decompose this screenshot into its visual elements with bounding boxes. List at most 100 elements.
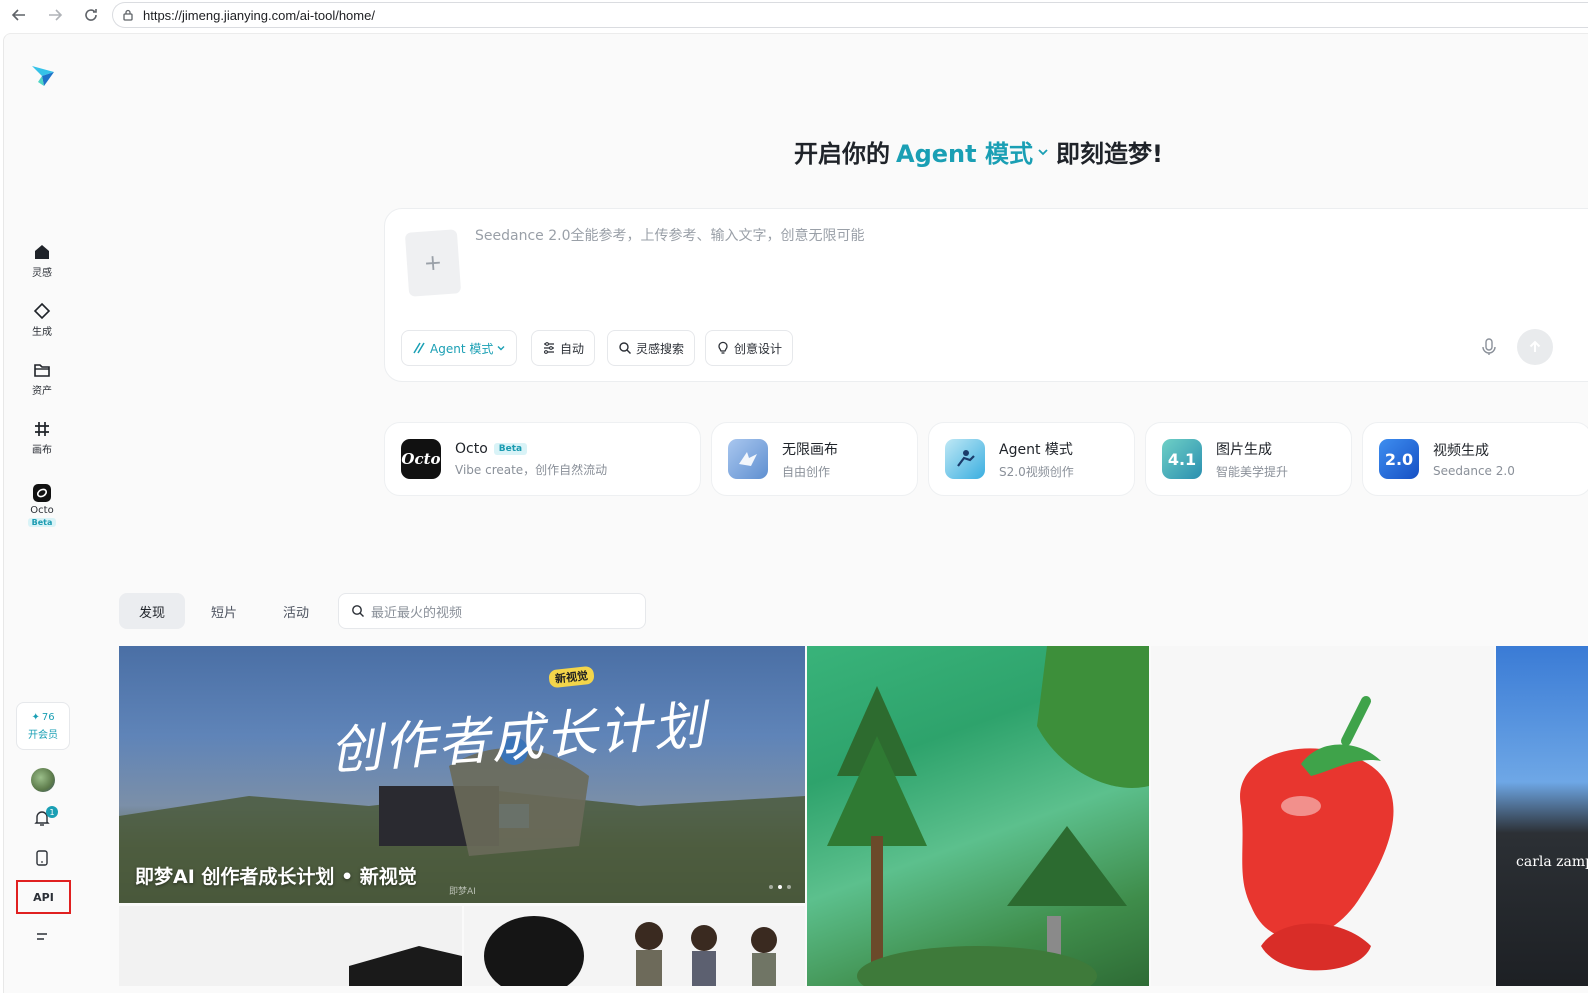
tool-subtitle: S2.0视频创作 (999, 464, 1074, 479)
tool-title: Agent 模式 (999, 441, 1073, 458)
tool-card-agent-mode[interactable]: Agent 模式 S2.0视频创作 (928, 422, 1135, 496)
diamond-icon (32, 301, 52, 321)
folder-icon (32, 360, 52, 380)
carousel-dots[interactable] (764, 885, 791, 889)
beta-badge: Beta (493, 442, 528, 455)
title-suffix: 即刻造梦! (1055, 140, 1163, 168)
search-icon (351, 604, 365, 618)
feed-tabs: 发现 短片 活动 (119, 593, 335, 629)
carousel-dot[interactable] (787, 885, 791, 889)
sidebar-item-inspiration[interactable]: 灵感 (12, 242, 72, 279)
gallery-item-storefront[interactable]: carla zamp (1496, 646, 1588, 986)
api-label: API (33, 890, 54, 904)
app-window: 灵感 生成 资产 画布 Octo Beta ✦ 76 开会员 1 API 开启你… (3, 33, 1588, 993)
agent-app-icon (945, 439, 985, 479)
tool-card-infinite-canvas[interactable]: 无限画布 自由创作 (711, 422, 918, 496)
sidebar-item-label: Octo (30, 505, 54, 516)
home-icon (32, 242, 52, 262)
send-button[interactable] (1517, 329, 1553, 365)
tool-subtitle: 自由创作 (782, 464, 831, 479)
prompt-input[interactable]: Seedance 2.0全能参考，上传参考、输入文字，创意无限可能 (475, 225, 864, 245)
spark-icon: ✦ (31, 711, 40, 723)
notification-badge: 1 (46, 806, 58, 818)
canvas-app-icon (728, 439, 768, 479)
title-prefix: 开启你的 (794, 140, 890, 168)
mode-label: Agent 模式 (896, 140, 1033, 168)
gallery-item-forest[interactable] (807, 646, 1149, 986)
tool-title: Octo (455, 440, 488, 457)
back-icon[interactable] (8, 4, 30, 26)
tab-events[interactable]: 活动 (263, 593, 329, 629)
agent-mode-dropdown[interactable]: Agent 模式 (401, 330, 518, 366)
gallery-item-rooftop[interactable] (119, 906, 462, 986)
sidebar-item-label: 生成 (32, 327, 52, 338)
mobile-app-icon[interactable] (33, 849, 53, 869)
vip-label: 开会员 (28, 729, 58, 741)
page-title: 开启你的 Agent 模式 即刻造梦! (794, 134, 1163, 169)
arrow-up-icon (1527, 339, 1543, 355)
tool-subtitle: 智能美学提升 (1216, 464, 1289, 479)
beta-badge: Beta (27, 518, 57, 527)
feed-search-input[interactable]: 最近最火的视频 (338, 593, 646, 629)
carousel-dot-active[interactable] (778, 885, 782, 889)
mode-selector[interactable]: Agent 模式 (896, 134, 1050, 169)
sidebar-item-canvas[interactable]: 画布 (12, 419, 72, 456)
site-info-icon[interactable] (121, 8, 135, 22)
canvas-grid-icon (32, 419, 52, 439)
plus-icon: + (422, 249, 444, 277)
sidebar-item-assets[interactable]: 资产 (12, 360, 72, 397)
tab-shorts[interactable]: 短片 (191, 593, 257, 629)
tool-title: 视频生成 (1433, 443, 1489, 459)
tool-card-octo[interactable]: Octo Octo Beta Vibe create，创作自然流动 (384, 422, 701, 496)
points-count: 76 (41, 711, 55, 723)
octo-icon (32, 483, 52, 503)
tab-discover[interactable]: 发现 (119, 593, 186, 629)
browser-toolbar: https://jimeng.jianying.com/ai-tool/home… (0, 0, 1588, 30)
chip-label: 灵感搜索 (636, 341, 685, 356)
address-bar[interactable]: https://jimeng.jianying.com/ai-tool/home… (112, 2, 1588, 28)
search-icon (618, 341, 632, 355)
video-gen-app-icon: 2.0 (1379, 439, 1419, 479)
chevron-down-icon (1036, 145, 1050, 159)
sidebar-item-label: 画布 (32, 445, 52, 456)
tool-subtitle: Vibe create，创作自然流动 (455, 462, 608, 477)
gallery-item-portraits[interactable] (464, 906, 805, 986)
chip-label: 创意设计 (734, 341, 783, 356)
jimeng-logo[interactable] (28, 60, 58, 90)
image-gen-app-icon: 4.1 (1162, 439, 1202, 479)
search-placeholder: 最近最火的视频 (371, 605, 463, 621)
banner-watermark: 即梦AI (449, 887, 476, 897)
vip-button[interactable]: ✦ 76 开会员 (16, 702, 70, 750)
gallery-item-strawberry[interactable] (1151, 646, 1494, 986)
sidebar-item-label: 资产 (32, 386, 52, 397)
agent-icon (412, 341, 426, 355)
reload-icon[interactable] (80, 4, 102, 26)
api-button[interactable]: API (16, 880, 71, 914)
tool-title: 无限画布 (782, 441, 838, 458)
tool-title: 图片生成 (1216, 441, 1272, 458)
upload-reference-button[interactable]: + (404, 229, 462, 297)
sidebar-item-octo[interactable]: Octo Beta (12, 483, 72, 527)
prompt-box: + Seedance 2.0全能参考，上传参考、输入文字，创意无限可能 Agen… (384, 208, 1588, 382)
forward-icon[interactable] (44, 4, 66, 26)
bulb-icon (716, 341, 730, 355)
sidebar-item-label: 灵感 (32, 268, 52, 279)
sidebar-item-generate[interactable]: 生成 (12, 301, 72, 338)
creative-design-button[interactable]: 创意设计 (705, 330, 794, 366)
avatar[interactable] (31, 768, 55, 792)
tool-card-image-generation[interactable]: 4.1 图片生成 智能美学提升 (1145, 422, 1352, 496)
microphone-icon[interactable] (1479, 337, 1501, 359)
tool-subtitle: Seedance 2.0 (1433, 464, 1515, 478)
banner-title: 即梦AI 创作者成长计划 • 新视觉 (135, 866, 417, 888)
chevron-down-icon (496, 343, 506, 353)
sidebar: 灵感 生成 资产 画布 Octo Beta ✦ 76 开会员 1 API (4, 34, 80, 993)
inspiration-search-button[interactable]: 灵感搜索 (607, 330, 696, 366)
featured-banner[interactable]: 创作者成长计划 新视觉 即梦AI 创作者成长计划 • 新视觉 即梦AI (119, 646, 805, 903)
carousel-dot[interactable] (769, 885, 773, 889)
store-sign-text: carla zamp (1516, 854, 1588, 870)
auto-button[interactable]: 自动 (531, 330, 596, 366)
menu-icon[interactable] (34, 929, 50, 945)
chip-label: 自动 (560, 341, 585, 356)
octo-app-icon: Octo (401, 439, 441, 479)
tool-card-video-generation[interactable]: 2.0 视频生成 Seedance 2.0 (1362, 422, 1588, 496)
